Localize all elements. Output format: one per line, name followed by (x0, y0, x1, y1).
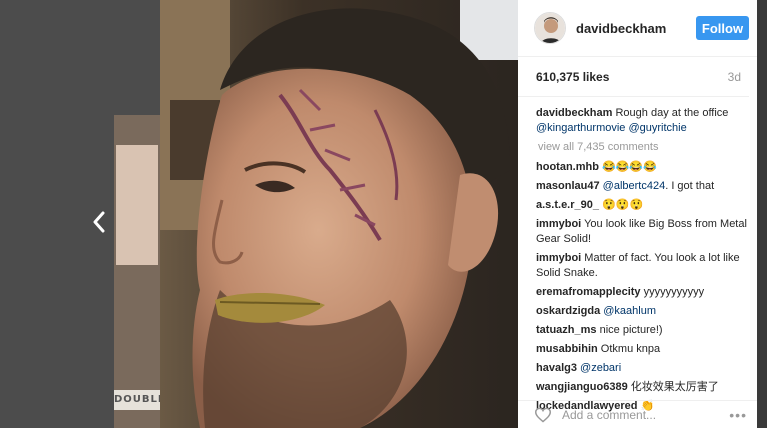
comment-mention[interactable]: @zebari (580, 362, 621, 374)
caption: davidbeckham Rough day at the office @ki… (536, 106, 747, 136)
next-post-edge (757, 0, 767, 428)
comment-username[interactable]: musabbihin (536, 343, 598, 355)
portrait-illustration (160, 0, 518, 428)
comment-item: a.s.t.e.r_90_ 😲😲😲 (536, 198, 747, 213)
caption-mentions[interactable]: @kingarthurmovie @guyritchie (536, 122, 687, 134)
comment-username[interactable]: masonlau47 (536, 180, 600, 192)
comment-item: immyboi Matter of fact. You look a lot l… (536, 251, 747, 281)
comment-item: oskardzigda @kaahlum (536, 304, 747, 319)
comment-username[interactable]: tatuazh_ms (536, 324, 597, 336)
avatar-image (535, 13, 565, 43)
comment-item: wangjianguo6389 化妆效果太厉害了 (536, 380, 747, 395)
previous-post-peek[interactable]: DOUBLE (114, 115, 160, 428)
comment-username[interactable]: wangjianguo6389 (536, 381, 628, 393)
comment-text: 😂😂😂😂 (602, 161, 657, 173)
comment-text: . I got that (665, 180, 715, 192)
chevron-left-icon (93, 211, 105, 233)
comments-list: davidbeckham Rough day at the office @ki… (518, 97, 757, 414)
post-details-panel: davidbeckham Follow 610,375 likes 3d dav… (518, 0, 757, 428)
comment-composer: Add a comment... ••• (518, 400, 757, 428)
caption-username[interactable]: davidbeckham (536, 107, 612, 119)
comment-item: immyboi You look like Big Boss from Meta… (536, 217, 747, 247)
follow-button[interactable]: Follow (696, 16, 749, 40)
comment-text: Otkmu knpa (600, 343, 661, 355)
comment-item: tatuazh_ms nice picture!) (536, 323, 747, 338)
comment-item: masonlau47 @albertc424. I got that (536, 179, 747, 194)
comment-text: nice picture!) (599, 324, 663, 336)
comment-username[interactable]: immyboi (536, 218, 581, 230)
avatar[interactable] (534, 12, 566, 44)
comment-username[interactable]: oskardzigda (536, 305, 600, 317)
comment-username[interactable]: hootan.mhb (536, 161, 599, 173)
comment-text: 化妆效果太厉害了 (630, 381, 719, 393)
post-age[interactable]: 3d (728, 70, 741, 84)
post-username[interactable]: davidbeckham (576, 21, 696, 36)
previous-post-button[interactable] (88, 208, 110, 236)
comment-item: musabbihin Otkmu knpa (536, 342, 747, 357)
post-photo[interactable] (160, 0, 518, 428)
peek-label: DOUBLE (114, 390, 160, 410)
comment-mention[interactable]: @kaahlum (603, 305, 656, 317)
comment-username[interactable]: eremafromapplecity (536, 286, 641, 298)
comment-input[interactable]: Add a comment... (562, 408, 729, 422)
view-all-comments-link[interactable]: view all 7,435 comments (538, 140, 747, 155)
comment-username[interactable]: a.s.t.e.r_90_ (536, 199, 599, 211)
post-header: davidbeckham Follow (518, 0, 757, 57)
comment-username[interactable]: immyboi (536, 252, 581, 264)
caption-text: Rough day at the office (615, 107, 729, 119)
comment-item: hootan.mhb 😂😂😂😂 (536, 160, 747, 175)
likes-row: 610,375 likes 3d (518, 57, 749, 97)
comment-item: eremafromapplecity yyyyyyyyyyу (536, 285, 747, 300)
peek-panel (116, 145, 158, 265)
heart-icon[interactable] (534, 407, 552, 423)
more-options-icon[interactable]: ••• (729, 407, 747, 423)
comment-username[interactable]: havalg3 (536, 362, 577, 374)
comment-text: 😲😲😲 (602, 199, 644, 211)
likes-count[interactable]: 610,375 likes (536, 70, 609, 84)
comment-mention[interactable]: @albertc424 (603, 180, 666, 192)
comment-text: yyyyyyyyyyу (643, 286, 705, 298)
comment-item: havalg3 @zebari (536, 361, 747, 376)
